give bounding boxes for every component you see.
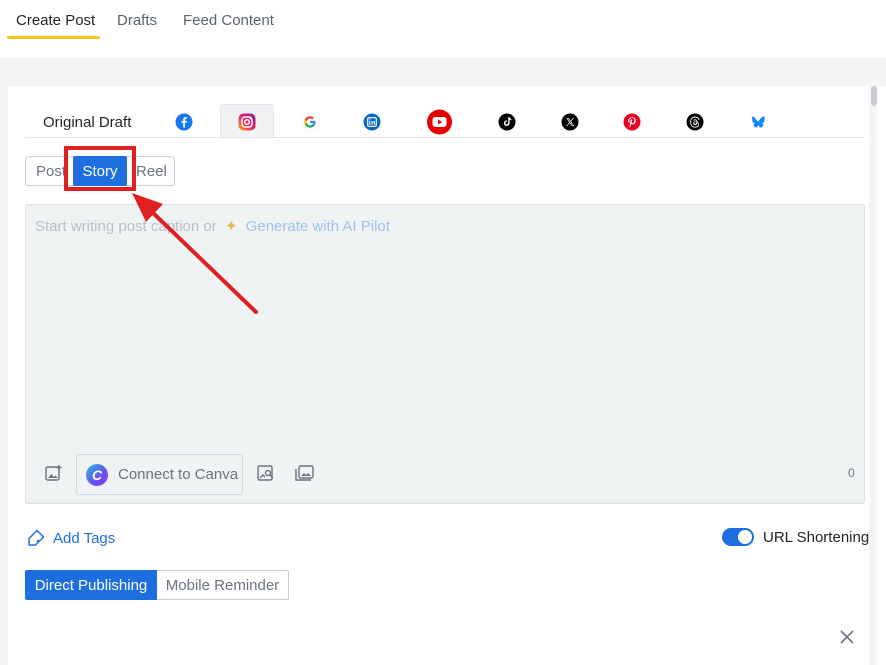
placeholder-text: Start writing post caption or bbox=[35, 218, 217, 235]
sparkle-icon: ✦ bbox=[224, 218, 238, 235]
canva-logo-icon: C bbox=[86, 463, 108, 486]
post-type-post[interactable]: Post bbox=[36, 157, 66, 185]
url-shortening-label: URL Shortening bbox=[763, 529, 870, 546]
active-tab-underline bbox=[7, 36, 100, 39]
tag-icon bbox=[28, 529, 45, 546]
facebook-icon[interactable] bbox=[175, 113, 193, 131]
linkedin-icon[interactable] bbox=[363, 113, 381, 131]
url-shortening-toggle[interactable] bbox=[722, 528, 754, 546]
add-image-icon[interactable] bbox=[43, 462, 65, 484]
scrollbar-thumb[interactable] bbox=[871, 86, 877, 106]
toggle-knob bbox=[738, 530, 752, 544]
tiktok-icon[interactable] bbox=[498, 113, 516, 131]
add-tags-button[interactable]: Add Tags bbox=[25, 528, 115, 548]
media-library-icon[interactable] bbox=[294, 462, 316, 484]
x-icon[interactable] bbox=[561, 113, 579, 131]
threads-icon[interactable] bbox=[686, 113, 704, 131]
tab-create-post[interactable]: Create Post bbox=[16, 12, 95, 29]
generate-ai-link[interactable]: Generate with AI Pilot bbox=[246, 218, 390, 235]
image-search-icon[interactable] bbox=[255, 462, 277, 484]
caption-placeholder: Start writing post caption or ✦ Generate… bbox=[35, 217, 390, 235]
google-business-icon[interactable] bbox=[301, 113, 319, 131]
pinterest-icon[interactable] bbox=[623, 113, 641, 131]
character-count: 0 bbox=[848, 466, 855, 480]
mobile-reminder-button[interactable]: Mobile Reminder bbox=[157, 570, 289, 600]
tab-drafts[interactable]: Drafts bbox=[117, 12, 157, 29]
tab-feed-content[interactable]: Feed Content bbox=[183, 12, 274, 29]
top-tab-bar: Create Post Drafts Feed Content bbox=[0, 0, 886, 58]
post-type-reel[interactable]: Reel bbox=[136, 157, 167, 185]
instagram-icon[interactable] bbox=[238, 113, 256, 131]
post-type-story[interactable]: Story bbox=[73, 156, 127, 186]
scrollbar-track[interactable] bbox=[869, 86, 877, 665]
direct-publishing-button[interactable]: Direct Publishing bbox=[25, 570, 157, 600]
close-icon[interactable] bbox=[838, 628, 856, 646]
tab-original-draft[interactable]: Original Draft bbox=[43, 114, 131, 131]
youtube-icon[interactable] bbox=[426, 109, 453, 135]
connect-canva-label: Connect to Canva bbox=[118, 466, 239, 483]
bluesky-icon[interactable] bbox=[749, 113, 767, 131]
connect-canva-button[interactable]: C Connect to Canva bbox=[76, 454, 243, 495]
platform-tabs-divider bbox=[25, 137, 865, 138]
add-tags-label: Add Tags bbox=[53, 529, 116, 547]
